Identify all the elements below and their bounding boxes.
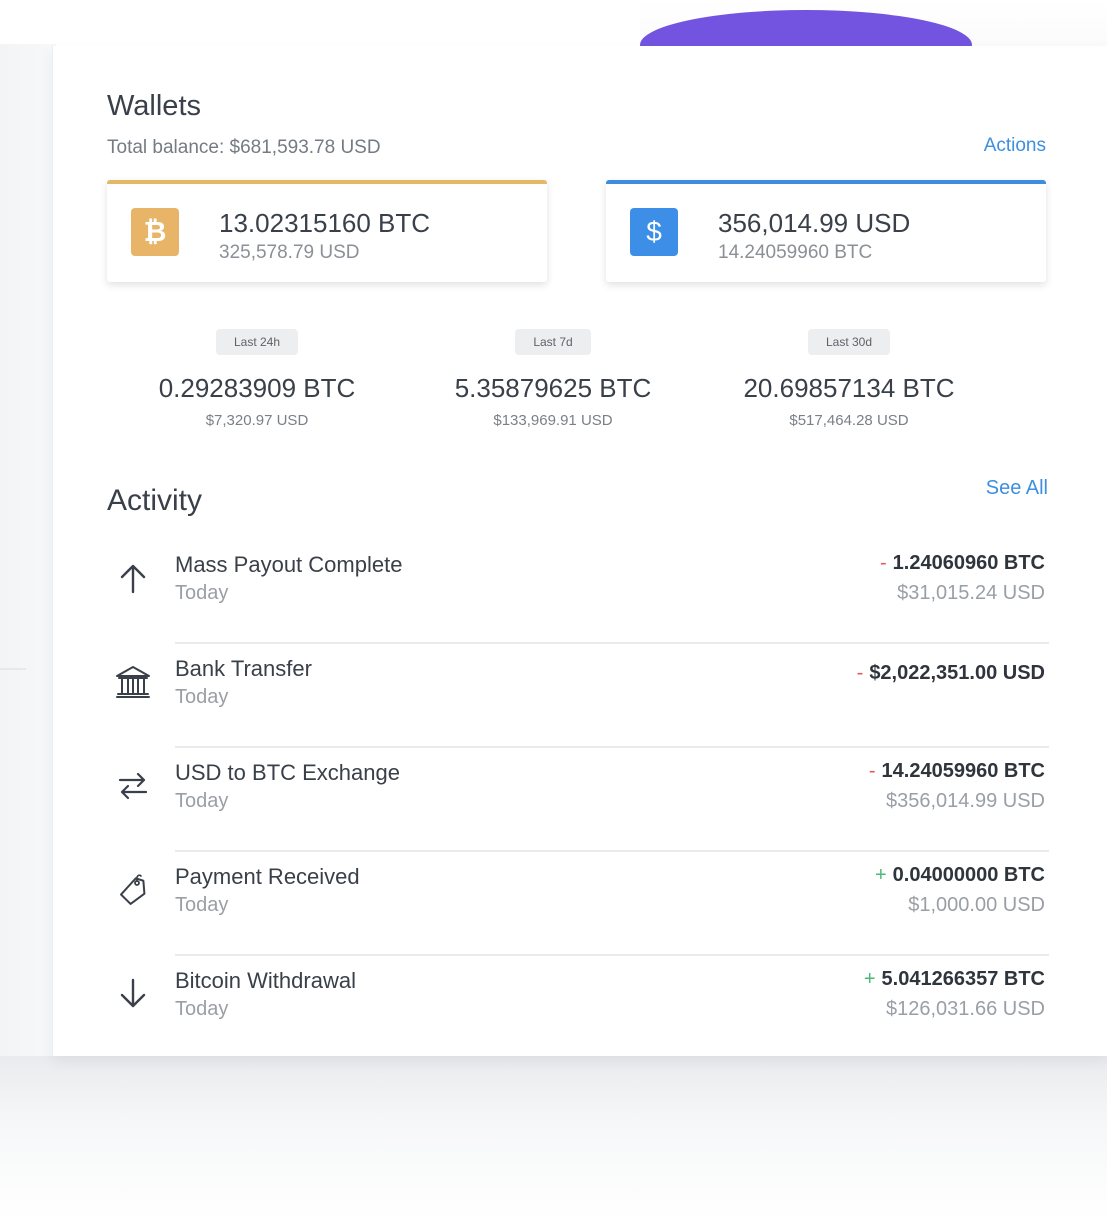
arrow-up-icon [120,564,146,594]
negative-sign: - [868,760,876,782]
arrow-down-icon [120,978,146,1008]
exchange-icon [118,772,148,800]
dollar-icon: $ [630,208,678,256]
activity-amount-value: 1.24060960 BTC [892,552,1045,574]
btc-wallet-usd-value: 325,578.79 USD [219,242,360,263]
stat-usd-value: $133,969.91 USD [493,412,613,429]
activity-amount: - $2,022,351.00 USD [857,662,1045,685]
stat-usd-value: $7,320.97 USD [205,412,309,429]
stat-pill-last-30d[interactable]: Last 30d [807,329,891,355]
activity-title: Activity [107,484,203,517]
activity-date: Today [175,582,229,604]
price-tag-icon [120,874,146,905]
activity-date: Today [175,894,229,916]
activity-date: Today [175,790,229,812]
actions-link[interactable]: Actions [984,135,1046,157]
btc-wallet-card[interactable]: ₿ 13.02315160 BTC 325,578.79 USD [107,180,547,282]
top-background-left [0,0,640,46]
negative-sign: - [880,552,887,574]
usd-wallet-btc-value: 14.24059960 BTC [718,242,873,263]
activity-date: Today [175,686,229,708]
stat-value: 20.69857134 BTC [743,373,955,403]
sidebar-divider [0,668,26,670]
left-sidebar-background [0,44,56,1056]
stat-pill-last-24h[interactable]: Last 24h [215,329,299,355]
activity-row[interactable]: USD to BTC Exchange Today -14.24059960 B… [107,748,1049,852]
activity-amount: +0.04000000 BTC [875,864,1045,887]
activity-name: Payment Received [175,864,360,889]
activity-amount-value: $2,022,351.00 USD [869,662,1045,684]
activity-date: Today [175,998,229,1020]
bottom-shadow-area [0,1056,1107,1220]
activity-row[interactable]: Payment Received Today +0.04000000 BTC $… [107,852,1049,956]
activity-name: USD to BTC Exchange [175,760,400,785]
activity-amount-value: 0.04000000 BTC [892,864,1045,886]
activity-amount-value: 14.24059960 BTC [881,760,1045,782]
activity-usd-value: $31,015.24 USD [897,582,1045,604]
activity-name: Bitcoin Withdrawal [175,968,356,993]
activity-name: Mass Payout Complete [175,552,403,577]
activity-amount-value: 5.041266357 BTC [881,968,1045,990]
usd-wallet-amount: 356,014.99 USD [718,208,911,238]
activity-usd-value: $356,014.99 USD [885,790,1045,812]
bitcoin-icon: ₿ [131,208,179,256]
negative-sign: - [856,662,864,684]
activity-amount: -1.24060960 BTC [880,552,1045,575]
activity-name: Bank Transfer [175,656,312,681]
activity-usd-value: $1,000.00 USD [908,894,1045,916]
wallet-panel: Wallets Total balance: $681,593.78 USD A… [52,46,1107,1056]
stat-usd-value: $517,464.28 USD [789,412,909,429]
activity-amount: -14.24059960 BTC [869,760,1045,783]
stat-pill-last-7d[interactable]: Last 7d [515,329,591,355]
activity-row[interactable]: Bank Transfer Today - $2,022,351.00 USD [107,644,1049,748]
usd-wallet-card[interactable]: $ 356,014.99 USD 14.24059960 BTC [606,180,1046,282]
total-balance: Total balance: $681,593.78 USD [107,137,381,158]
activity-usd-value: $126,031.66 USD [885,998,1045,1020]
stat-value: 0.29283909 BTC [158,373,356,403]
activity-row[interactable]: Bitcoin Withdrawal Today +5.041266357 BT… [107,956,1049,1060]
activity-row[interactable]: Mass Payout Complete Today -1.24060960 B… [107,540,1049,644]
stat-value: 5.35879625 BTC [454,373,652,403]
stat-last-7d: Last 7d 5.35879625 BTC $133,969.91 USD [403,329,703,429]
see-all-link[interactable]: See All [986,477,1048,500]
btc-wallet-amount: 13.02315160 BTC [219,208,431,238]
stat-last-24h: Last 24h 0.29283909 BTC $7,320.97 USD [107,329,407,429]
positive-sign: + [874,864,887,886]
bank-icon [116,666,150,698]
wallets-title: Wallets [107,90,201,122]
positive-sign: + [863,968,876,990]
activity-amount: +5.041266357 BTC [864,968,1045,991]
stat-last-30d: Last 30d 20.69857134 BTC $517,464.28 USD [699,329,999,429]
